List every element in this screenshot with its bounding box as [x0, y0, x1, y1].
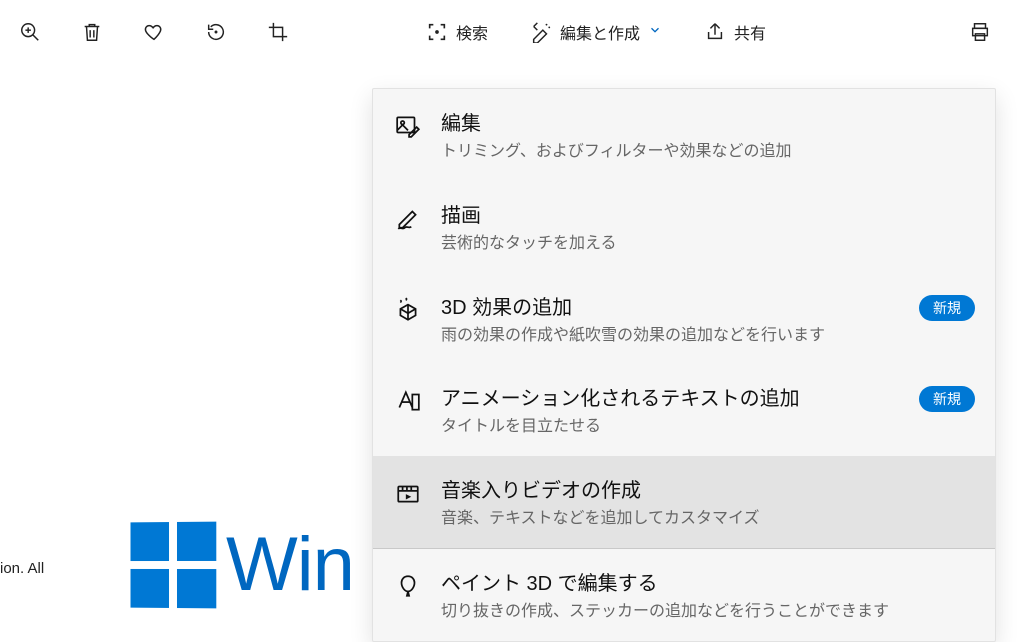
- edit-create-label: 編集と作成: [560, 20, 640, 44]
- menu-item-desc: 音楽、テキストなどを追加してカスタマイズ: [441, 509, 760, 530]
- share-button[interactable]: 共有: [690, 8, 780, 56]
- zoom-in-icon: [19, 21, 41, 43]
- menu-item-desc: タイトルを目立たせる: [441, 417, 800, 438]
- menu-item-desc: 雨の効果の作成や紙吹雪の効果の追加などを行います: [441, 326, 825, 347]
- menu-item-edit[interactable]: 編集 トリミング、およびフィルターや効果などの追加: [373, 89, 995, 181]
- share-icon: [704, 21, 726, 43]
- menu-item-title: 描画: [441, 199, 617, 228]
- edit-create-menu: 編集 トリミング、およびフィルターや効果などの追加 描画 芸術的なタッチを加える…: [372, 88, 996, 642]
- menu-item-desc: 切り抜きの作成、ステッカーの追加などを行うことができます: [441, 602, 889, 623]
- search-label: 検索: [456, 20, 488, 44]
- visual-search-icon: [426, 21, 448, 43]
- draw-icon: [393, 203, 423, 233]
- favorite-button[interactable]: [130, 8, 178, 56]
- delete-button[interactable]: [68, 8, 116, 56]
- menu-item-3d-effects[interactable]: 3D 効果の追加 雨の効果の作成や紙吹雪の効果の追加などを行います 新規: [373, 273, 995, 365]
- crop-icon: [267, 21, 289, 43]
- edit-create-button[interactable]: 編集と作成: [516, 8, 676, 56]
- balloon-icon: [393, 571, 423, 601]
- canvas: ion. All Win 編集 トリミング、およびフィルターや効果などの追加 描…: [0, 64, 1024, 610]
- cube-sparkle-icon: [393, 295, 423, 325]
- search-button[interactable]: 検索: [412, 8, 502, 56]
- menu-item-draw[interactable]: 描画 芸術的なタッチを加える: [373, 181, 995, 273]
- trash-icon: [81, 21, 103, 43]
- toolbar: 検索 編集と作成 共有: [0, 0, 1024, 64]
- menu-item-title: ペイント 3D で編集する: [441, 567, 889, 596]
- rotate-button[interactable]: [192, 8, 240, 56]
- rotate-icon: [205, 21, 227, 43]
- text-a-icon: [393, 386, 423, 416]
- menu-item-title: 3D 効果の追加: [441, 291, 825, 320]
- menu-item-music-video[interactable]: 音楽入りビデオの作成 音楽、テキストなどを追加してカスタマイズ: [373, 456, 995, 548]
- film-icon: [393, 478, 423, 508]
- menu-item-animated-text[interactable]: アニメーション化されるテキストの追加 タイトルを目立たせる 新規: [373, 364, 995, 456]
- chevron-down-icon: [648, 23, 662, 42]
- windows-logo: Win: [130, 522, 354, 608]
- menu-item-title: 編集: [441, 107, 792, 136]
- new-badge: 新規: [919, 386, 975, 412]
- windows-logo-tiles: [131, 522, 217, 609]
- menu-item-desc: 芸術的なタッチを加える: [441, 234, 617, 255]
- caption-text: ion. All: [0, 560, 44, 577]
- new-badge: 新規: [919, 295, 975, 321]
- share-label: 共有: [734, 20, 766, 44]
- menu-item-title: アニメーション化されるテキストの追加: [441, 382, 800, 411]
- zoom-button[interactable]: [6, 8, 54, 56]
- menu-item-paint3d[interactable]: ペイント 3D で編集する 切り抜きの作成、ステッカーの追加などを行うことができ…: [373, 549, 995, 641]
- print-button[interactable]: [956, 8, 1004, 56]
- heart-icon: [143, 21, 165, 43]
- print-icon: [969, 21, 991, 43]
- menu-item-desc: トリミング、およびフィルターや効果などの追加: [441, 142, 792, 163]
- edit-create-icon: [530, 21, 552, 43]
- windows-logo-text: Win: [226, 527, 354, 603]
- crop-button[interactable]: [254, 8, 302, 56]
- photo-edit-icon: [393, 111, 423, 141]
- menu-item-title: 音楽入りビデオの作成: [441, 474, 760, 503]
